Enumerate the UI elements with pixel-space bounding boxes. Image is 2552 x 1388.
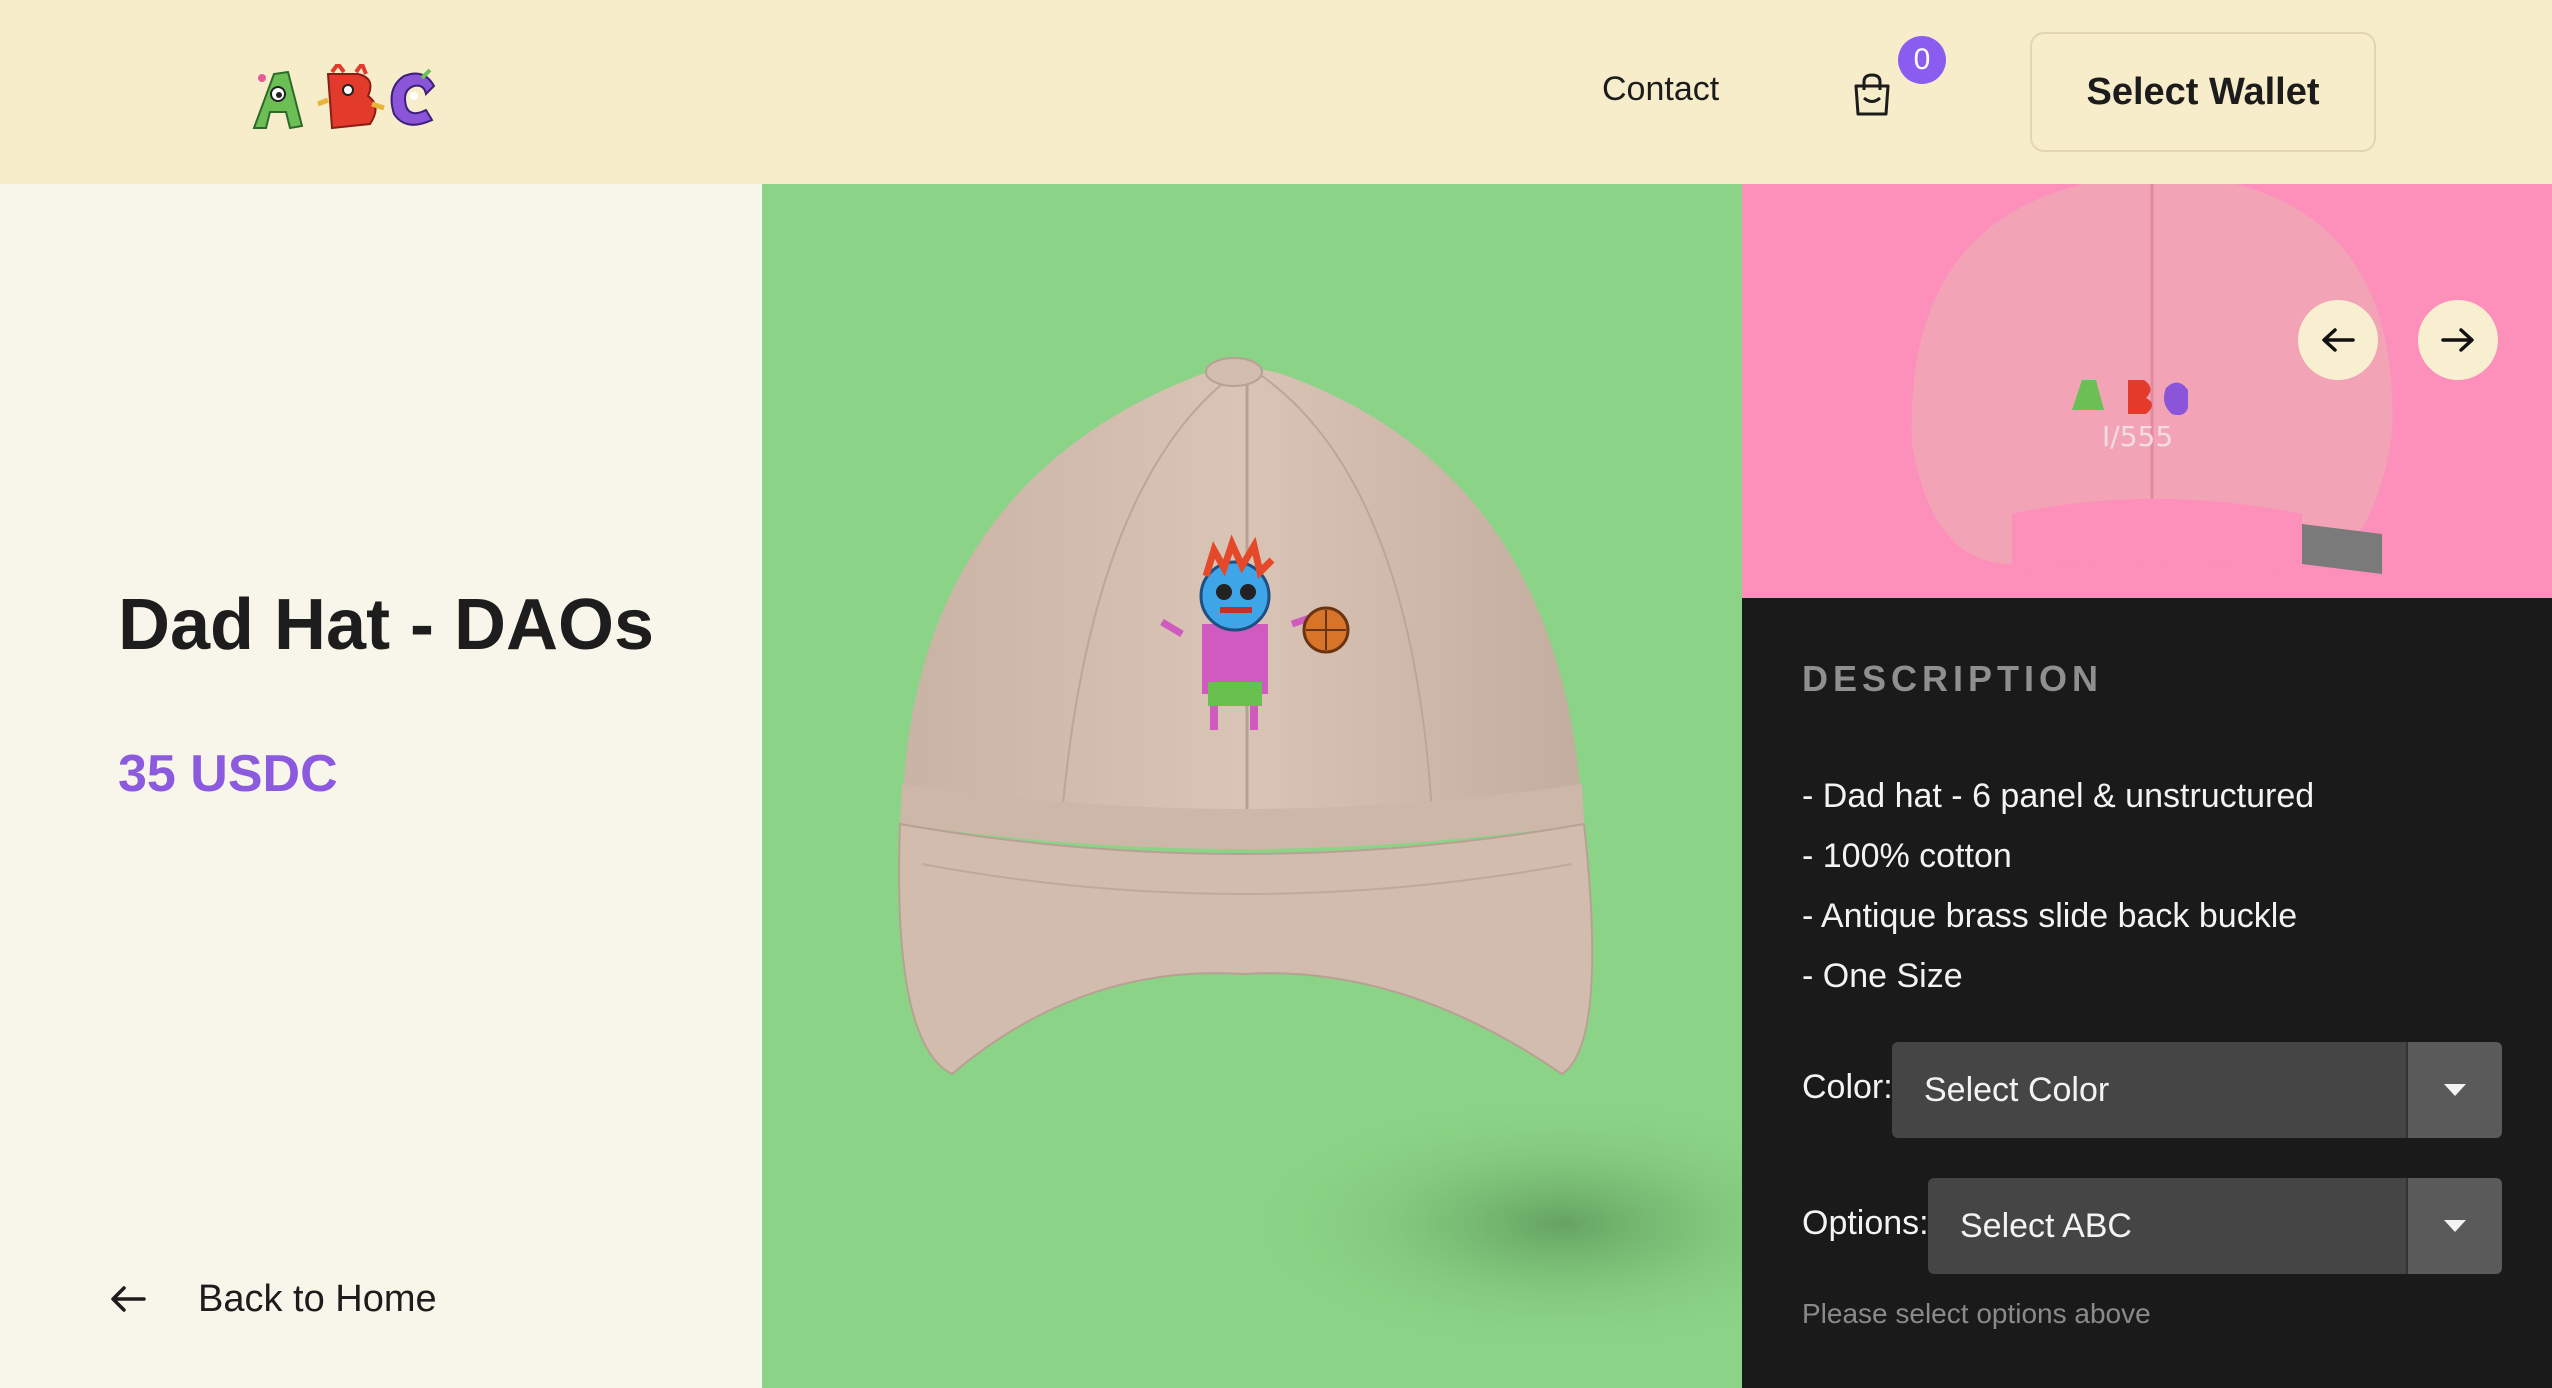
contact-link[interactable]: Contact	[1602, 70, 1719, 109]
previous-image-button[interactable]	[2298, 300, 2378, 380]
caret-down-icon	[2406, 1042, 2502, 1138]
arrow-left-icon	[2322, 328, 2355, 352]
back-to-home-label: Back to Home	[198, 1277, 437, 1320]
back-to-home-link[interactable]: Back to Home	[110, 1264, 437, 1334]
abc-logo[interactable]	[248, 64, 438, 134]
color-label: Color:	[1802, 1068, 1893, 1106]
options-select[interactable]: Select ABC	[1928, 1178, 2502, 1274]
options-select-value: Select ABC	[1960, 1206, 2132, 1245]
description-item: - One Size	[1802, 957, 1963, 995]
options-hint: Please select options above	[1802, 1298, 2151, 1329]
arrow-right-icon	[2441, 328, 2474, 352]
site-header: Contact 0 Select Wallet	[0, 0, 2552, 184]
description-item: - Antique brass slide back buckle	[1802, 897, 2298, 935]
caret-down-icon	[2406, 1178, 2502, 1274]
main-product-image	[762, 184, 1742, 1388]
dad-hat-back-image: I/555	[1911, 184, 2393, 576]
shopping-bag-icon[interactable]	[1852, 72, 1892, 116]
product-title: Dad Hat - DAOs	[118, 585, 655, 665]
color-select[interactable]: Select Color	[1892, 1042, 2502, 1138]
svg-text:I/555: I/555	[2102, 420, 2173, 453]
options-label: Options:	[1802, 1204, 1929, 1242]
description-item: - 100% cotton	[1802, 837, 2012, 875]
product-info-panel: Dad Hat - DAOs 35 USDC Back to Home	[0, 184, 762, 1388]
arrow-left-icon	[111, 1286, 146, 1312]
description-panel: DESCRIPTION - Dad hat - 6 panel & unstru…	[1742, 598, 2552, 1388]
product-price: 35 USDC	[118, 745, 338, 803]
color-select-value: Select Color	[1924, 1070, 2110, 1109]
description-heading: DESCRIPTION	[1802, 658, 2104, 699]
dad-hat-front-image	[898, 357, 1742, 1354]
product-thumbnail[interactable]: I/555	[1742, 184, 2552, 598]
description-list: - Dad hat - 6 panel & unstructured - 100…	[1802, 766, 2314, 1006]
cart-count-badge: 0	[1898, 36, 1946, 84]
select-wallet-button[interactable]: Select Wallet	[2030, 32, 2376, 152]
description-item: - Dad hat - 6 panel & unstructured	[1802, 777, 2315, 815]
next-image-button[interactable]	[2418, 300, 2498, 380]
